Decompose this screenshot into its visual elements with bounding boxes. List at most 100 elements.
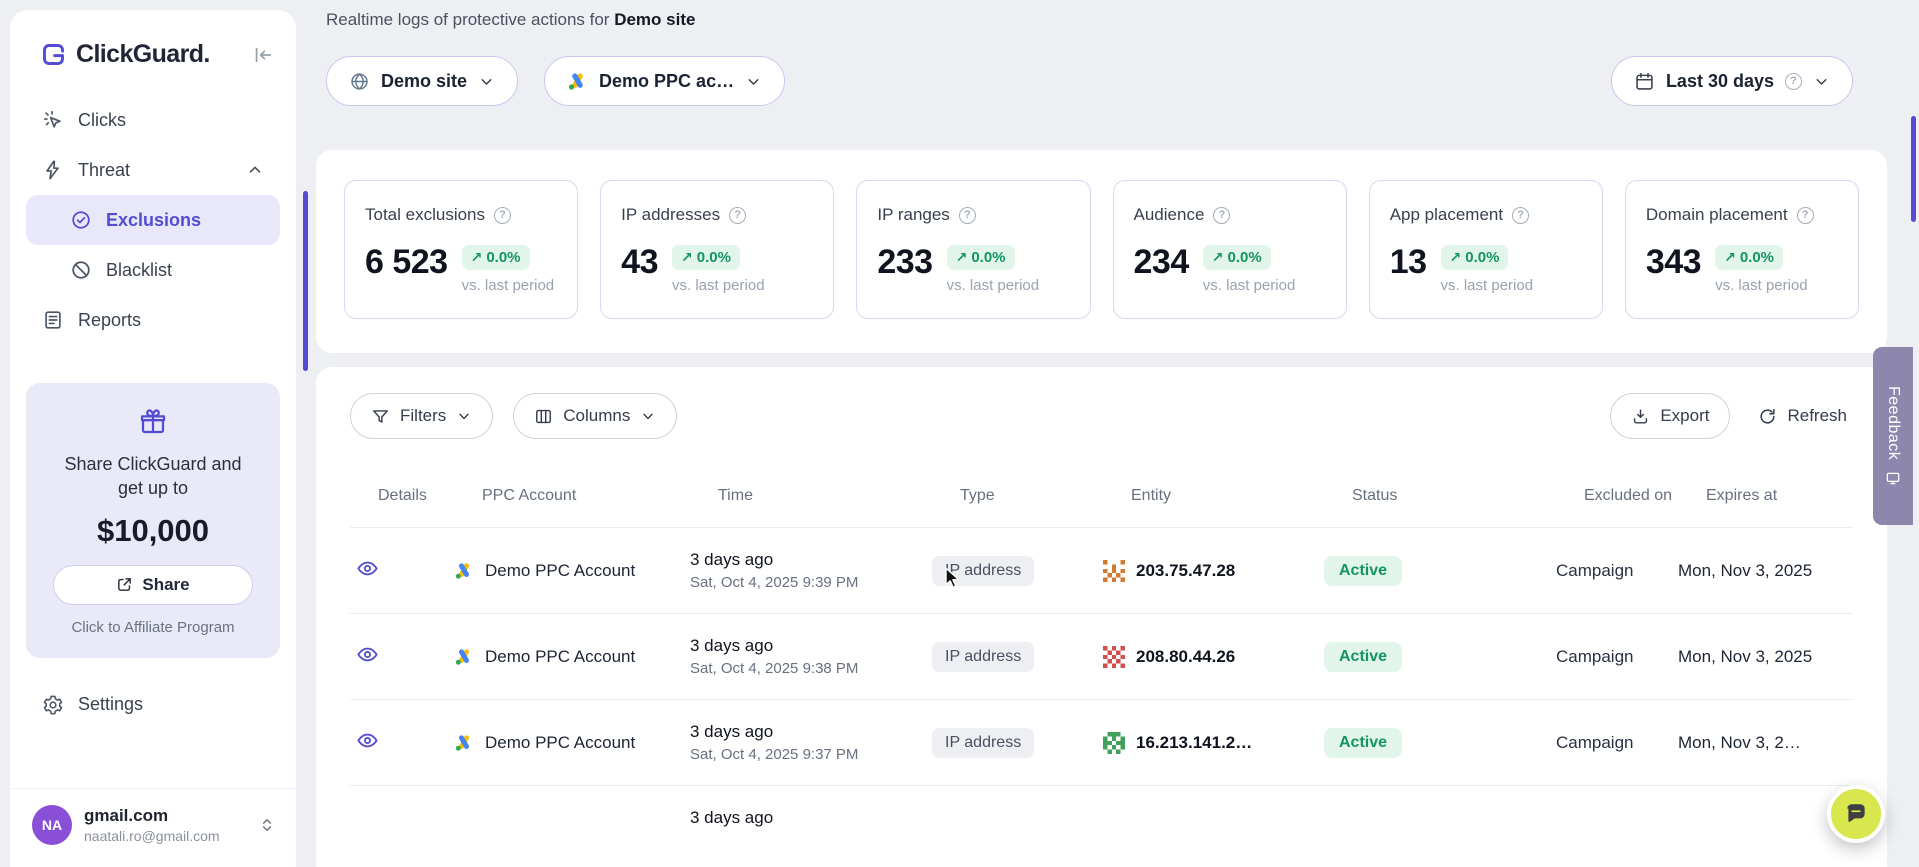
circle-check-icon: [70, 209, 92, 231]
help-icon[interactable]: ?: [1797, 207, 1814, 224]
stat-caption: vs. last period: [947, 277, 1040, 294]
help-icon[interactable]: ?: [494, 207, 511, 224]
user-account[interactable]: NA gmail.com naatali.ro@gmail.com: [10, 788, 296, 867]
sidebar-item-threat[interactable]: Threat: [26, 145, 280, 195]
sidebar-item-blacklist[interactable]: Blacklist: [26, 245, 280, 295]
refresh-button[interactable]: Refresh: [1752, 393, 1853, 439]
stat-value: 43: [621, 243, 658, 282]
table-row: Demo PPC Account 3 days agoSat, Oct 4, 2…: [350, 700, 1853, 786]
time-absolute: Sat, Oct 4, 2025 9:37 PM: [690, 746, 932, 763]
stat-card-app-placement: App placement? 13 0.0% vs. last period: [1369, 180, 1603, 319]
site-selector[interactable]: Demo site: [326, 56, 518, 106]
chat-widget-button[interactable]: [1827, 785, 1885, 843]
chevron-up-down-icon: [258, 816, 276, 834]
trend-up-badge: 0.0%: [672, 245, 740, 270]
filter-funnel-icon: [371, 407, 390, 426]
stat-value: 343: [1646, 243, 1701, 282]
stat-caption: vs. last period: [1441, 277, 1534, 294]
clickguard-logo-icon: [40, 41, 67, 68]
status-badge: Active: [1324, 728, 1402, 758]
stat-card-audience: Audience? 234 0.0% vs. last period: [1113, 180, 1347, 319]
stat-label: IP ranges: [877, 205, 949, 225]
sidebar-item-settings[interactable]: Settings: [26, 680, 280, 730]
ppc-account-name: Demo PPC Account: [485, 561, 635, 581]
prohibited-icon: [70, 259, 92, 281]
reports-doc-icon: [42, 309, 64, 331]
help-icon[interactable]: ?: [729, 207, 746, 224]
stats-panel: Total exclusions? 6 523 0.0% vs. last pe…: [316, 150, 1887, 353]
subtitle-site-name: Demo site: [614, 10, 695, 29]
date-range-selector[interactable]: Last 30 days ?: [1611, 56, 1853, 106]
clickguard-logo[interactable]: ClickGuard.: [40, 40, 210, 69]
user-meta: gmail.com naatali.ro@gmail.com: [84, 806, 246, 844]
view-details-eye-icon[interactable]: [356, 643, 379, 666]
feedback-tab-label: Feedback: [1884, 386, 1902, 460]
globe-icon: [349, 71, 370, 92]
google-ads-icon: [454, 647, 474, 667]
chat-bubble-icon: [1843, 801, 1869, 827]
columns-button[interactable]: Columns: [513, 393, 677, 439]
affiliate-link[interactable]: Click to Affiliate Program: [44, 619, 262, 636]
google-ads-icon: [567, 71, 588, 92]
table-toolbar-right: Export Refresh: [1610, 393, 1853, 439]
chevron-down-icon: [456, 408, 472, 424]
time-relative: 3 days ago: [690, 550, 932, 570]
column-header-type: Type: [960, 487, 1131, 505]
view-details-eye-icon[interactable]: [356, 557, 379, 580]
time-relative: 3 days ago: [690, 636, 932, 656]
date-range-value: Last 30 days: [1666, 71, 1774, 92]
entity-identicon: [1103, 732, 1125, 754]
calendar-icon: [1634, 71, 1655, 92]
filters-button[interactable]: Filters: [350, 393, 493, 439]
threat-bolt-icon: [42, 159, 64, 181]
subtitle-text: Realtime logs of protective actions for: [326, 10, 609, 29]
stat-value: 13: [1390, 243, 1427, 282]
export-button[interactable]: Export: [1610, 393, 1730, 439]
help-icon[interactable]: ?: [1512, 207, 1529, 224]
status-badge: Active: [1324, 556, 1402, 586]
column-header-details: Details: [378, 487, 482, 505]
entity-identicon: [1103, 646, 1125, 668]
sidebar-item-clicks[interactable]: Clicks: [26, 95, 280, 145]
expires-at-value: Mon, Nov 3, 2025: [1678, 647, 1853, 667]
exclusions-table-panel: Filters Columns Export Refresh: [316, 367, 1887, 867]
collapse-sidebar-icon[interactable]: [252, 44, 274, 66]
main-content: Realtime logs of protective actions for …: [316, 0, 1887, 867]
share-button-label: Share: [142, 575, 189, 595]
help-icon[interactable]: ?: [1213, 207, 1230, 224]
stat-label: Domain placement: [1646, 205, 1788, 225]
sidebar: ClickGuard. Clicks Threat Exclusions: [10, 10, 296, 867]
sidebar-item-exclusions[interactable]: Exclusions: [26, 195, 280, 245]
share-button[interactable]: Share: [53, 565, 253, 605]
sidebar-item-label: Threat: [78, 160, 130, 181]
sidebar-item-reports[interactable]: Reports: [26, 295, 280, 345]
sidebar-item-label: Exclusions: [106, 210, 201, 231]
status-badge: Active: [1324, 642, 1402, 672]
type-badge: IP address: [932, 728, 1034, 758]
cursor-click-icon: [42, 109, 64, 131]
entity-identicon: [1103, 560, 1125, 582]
page-scrollbar-thumb[interactable]: [1911, 116, 1916, 222]
view-details-eye-icon[interactable]: [356, 729, 379, 752]
help-icon[interactable]: ?: [959, 207, 976, 224]
chevron-down-icon: [1813, 73, 1830, 90]
help-icon[interactable]: ?: [1785, 73, 1802, 90]
time-absolute: Sat, Oct 4, 2025 9:39 PM: [690, 574, 932, 591]
stat-card-ip-ranges: IP ranges? 233 0.0% vs. last period: [856, 180, 1090, 319]
affiliate-promo-card: Share ClickGuard and get up to $10,000 S…: [26, 383, 280, 658]
type-badge: IP address: [932, 556, 1034, 586]
sidebar-scrollbar-thumb[interactable]: [303, 191, 308, 371]
entity-value: 208.80.44.26: [1136, 647, 1235, 667]
time-relative: 3 days ago: [690, 722, 932, 742]
google-ads-icon: [454, 733, 474, 753]
excluded-on-value: Campaign: [1556, 647, 1678, 667]
table-row-partial: 3 days ago: [350, 786, 1853, 850]
excluded-on-value: Campaign: [1556, 733, 1678, 753]
feedback-tab[interactable]: Feedback: [1873, 347, 1913, 525]
expires-at-value: Mon, Nov 3, 2…: [1678, 733, 1853, 753]
share-external-icon: [116, 576, 133, 593]
promo-text: Share ClickGuard and get up to: [58, 452, 248, 501]
ppc-account-selector[interactable]: Demo PPC ac…: [544, 56, 785, 106]
expires-at-value: Mon, Nov 3, 2025: [1678, 561, 1853, 581]
chevron-down-icon: [745, 73, 762, 90]
